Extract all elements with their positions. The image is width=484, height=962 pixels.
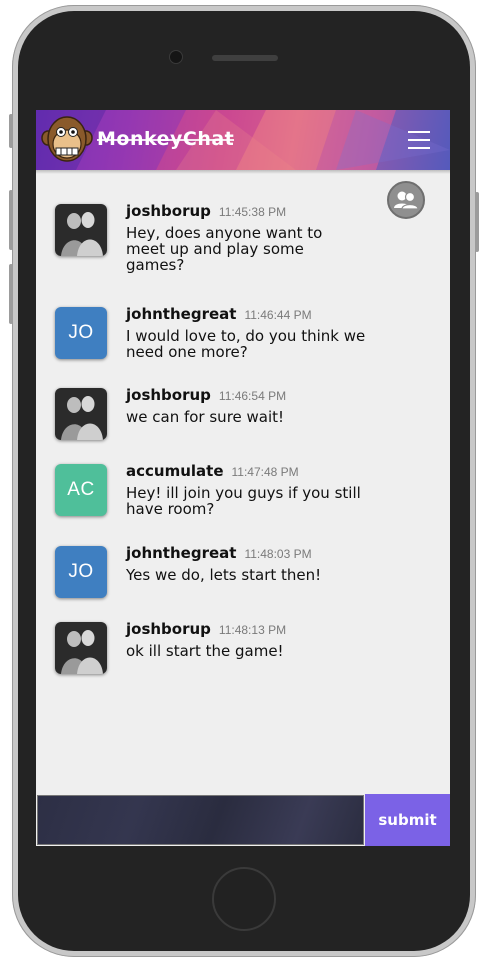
users-button[interactable] <box>387 181 425 219</box>
avatar <box>55 622 107 674</box>
avatar: JO <box>55 546 107 598</box>
user-photo-icon <box>55 388 107 440</box>
volume-down-button <box>9 264 13 324</box>
message-text: Hey! ill join you guys if you still have… <box>126 484 361 518</box>
message-username: joshborup 11:45:38 PM <box>126 202 287 220</box>
message-username: accumulate 11:47:48 PM <box>126 462 299 480</box>
message-username: joshborup 11:48:13 PM <box>126 620 287 638</box>
message-text: we can for sure wait! <box>126 408 285 426</box>
submit-button[interactable]: submit <box>365 794 450 846</box>
composer-bar: submit <box>36 794 450 846</box>
message-username: johnthegreat 11:46:44 PM <box>126 305 312 323</box>
user-photo-icon <box>55 622 107 674</box>
message-text: ok ill start the game! <box>126 642 284 660</box>
app-header: MonkeyChat <box>36 110 450 170</box>
message-text: Hey, does anyone want to meet up and pla… <box>126 224 323 274</box>
app-title: MonkeyChat <box>97 128 235 150</box>
message-username: johnthegreat 11:48:03 PM <box>126 544 312 562</box>
users-icon <box>394 191 419 210</box>
app-screen: MonkeyChat joshborup 11:45:38 PM Hey, do… <box>36 110 450 846</box>
header-shadow <box>36 170 450 174</box>
message-timestamp: 11:47:48 PM <box>231 465 299 479</box>
message-input[interactable] <box>37 795 364 845</box>
avatar <box>55 204 107 256</box>
message-text: I would love to, do you think we need on… <box>126 327 366 361</box>
message-text: Yes we do, lets start then! <box>126 566 322 584</box>
avatar <box>55 388 107 440</box>
power-button <box>475 192 479 252</box>
avatar: AC <box>55 464 107 516</box>
user-photo-icon <box>55 204 107 256</box>
volume-up-button <box>9 190 13 250</box>
message-timestamp: 11:45:38 PM <box>218 205 287 219</box>
avatar: JO <box>55 307 107 359</box>
message-username: joshborup 11:46:54 PM <box>126 386 287 404</box>
monkey-logo-icon <box>41 112 93 166</box>
message-timestamp: 11:48:03 PM <box>244 547 312 561</box>
mute-switch <box>9 114 13 148</box>
earpiece-speaker <box>212 55 278 61</box>
message-timestamp: 11:46:44 PM <box>244 308 312 322</box>
hamburger-menu-icon[interactable] <box>408 131 430 149</box>
message-timestamp: 11:46:54 PM <box>218 389 287 403</box>
home-button <box>212 867 276 931</box>
front-camera <box>170 51 182 63</box>
message-timestamp: 11:48:13 PM <box>218 623 287 637</box>
